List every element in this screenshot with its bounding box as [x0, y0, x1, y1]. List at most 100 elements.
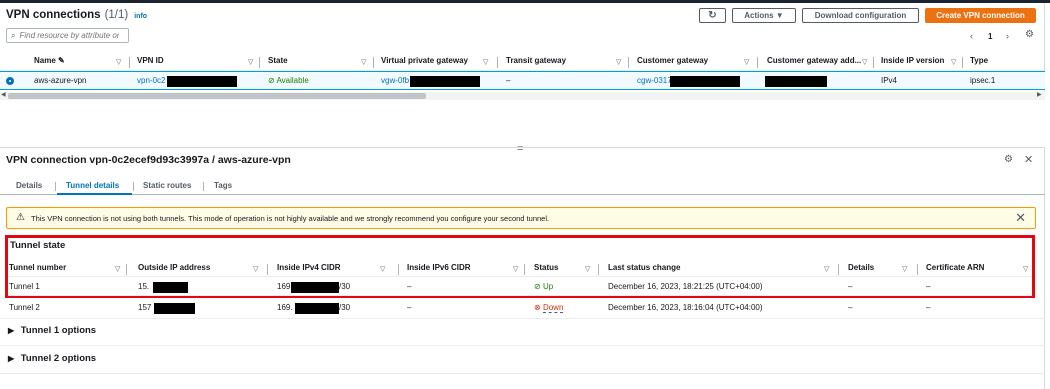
tunnel-2-options-expander[interactable]: ▶ Tunnel 2 options: [8, 353, 1038, 364]
cell-virtual-private-gateway[interactable]: vgw-0fb: [381, 76, 409, 85]
column-divider: [398, 264, 399, 275]
column-header-inside-ip-version[interactable]: Inside IP version: [881, 56, 944, 65]
cell-status[interactable]: ⊗ Down: [534, 303, 564, 313]
cell-customer-gateway[interactable]: cgw-0317: [637, 76, 672, 85]
panel-header: VPN connections (1/1) info: [6, 9, 147, 21]
download-configuration-button[interactable]: Download configuration: [802, 8, 919, 23]
cell-name: aws-azure-vpn: [34, 76, 87, 85]
sort-caret-icon[interactable]: ▽: [513, 265, 518, 273]
cell-vpn-id[interactable]: vpn-0c2: [137, 76, 165, 85]
column-header-outside-ip[interactable]: Outside IP address: [138, 263, 210, 272]
settings-gear-icon[interactable]: ⚙: [1025, 29, 1034, 40]
table-header: Name ✎ ▽ VPN ID ▽ State ▽ Virtual privat…: [0, 53, 1045, 71]
sort-caret-icon[interactable]: ▽: [483, 58, 488, 66]
refresh-button[interactable]: ↻: [699, 8, 726, 23]
detail-title: VPN connection vpn-0c2ecef9d93c3997a / a…: [6, 154, 291, 166]
column-header-name[interactable]: Name ✎: [34, 56, 65, 65]
warning-triangle-icon: ⚠: [16, 212, 25, 223]
column-header-type[interactable]: Type: [970, 56, 988, 65]
column-header-vpn-id[interactable]: VPN ID: [137, 56, 164, 65]
tunnel-table-header: Tunnel number ▽ Outside IP address ▽ Ins…: [8, 260, 1032, 277]
sort-caret-icon[interactable]: ▽: [248, 58, 253, 66]
redaction-block: [153, 282, 188, 293]
cell-inside-ipv4-prefix: 169.: [277, 303, 293, 312]
cell-inside-ipv6: –: [407, 303, 412, 312]
column-header-certificate-arn[interactable]: Certificate ARN: [926, 263, 984, 272]
tab-tunnel-details[interactable]: Tunnel details: [66, 181, 119, 190]
check-circle-icon: ⊘: [534, 282, 541, 291]
redaction-block: [154, 303, 195, 314]
sort-caret-icon[interactable]: ▽: [585, 265, 590, 273]
redaction-block: [670, 76, 740, 87]
previous-page-icon[interactable]: ‹: [970, 31, 973, 41]
sort-caret-icon[interactable]: ▽: [115, 265, 120, 273]
redaction-block: [295, 303, 339, 314]
close-icon[interactable]: ✕: [1024, 153, 1033, 166]
table-row[interactable]: Tunnel 2 157 169. /30 – ⊗ Down December …: [8, 299, 1032, 317]
actions-button[interactable]: Actions ▼: [732, 8, 796, 23]
column-header-transit-gateway[interactable]: Transit gateway: [506, 56, 566, 65]
sort-caret-icon[interactable]: ▽: [824, 265, 829, 273]
table-row[interactable]: Tunnel 1 15. 169 /30 – ⊘ Up December 16,…: [8, 278, 1032, 296]
create-vpn-connection-button[interactable]: Create VPN connection: [925, 8, 1036, 23]
cell-inside-ip-version: IPv4: [881, 76, 898, 85]
horizontal-scrollbar[interactable]: ◀ ▶: [0, 92, 1045, 100]
column-divider: [129, 57, 130, 68]
settings-gear-icon[interactable]: ⚙: [1004, 154, 1013, 165]
table-row[interactable]: aws-azure-vpn vpn-0c2 ⊘ Available vgw-0f…: [0, 71, 1045, 90]
search-input[interactable]: [19, 31, 120, 40]
sort-caret-icon[interactable]: ▽: [361, 58, 366, 66]
column-header-customer-gateway[interactable]: Customer gateway: [637, 56, 708, 65]
sort-caret-icon[interactable]: ▽: [744, 58, 749, 66]
tab-divider: [133, 182, 134, 191]
column-divider: [838, 264, 839, 275]
sort-caret-icon[interactable]: ▽: [253, 265, 258, 273]
tunnel-1-options-expander[interactable]: ▶ Tunnel 1 options: [8, 325, 1038, 336]
redaction-block: [765, 76, 827, 87]
cell-certificate-arn: –: [926, 303, 931, 312]
sort-caret-icon[interactable]: ▽: [902, 265, 907, 273]
cell-outside-ip: 157: [138, 303, 152, 312]
info-link[interactable]: info: [134, 13, 147, 20]
cell-last-status-change: December 16, 2023, 18:21:25 (UTC+04:00): [608, 282, 763, 291]
close-icon[interactable]: ✕: [1015, 210, 1026, 226]
redaction-block: [291, 282, 339, 293]
x-circle-icon: ⊗: [534, 303, 541, 312]
column-header-tunnel-number[interactable]: Tunnel number: [9, 263, 66, 272]
cell-status: ⊘ Up: [534, 282, 554, 291]
cell-state: ⊘ Available: [268, 76, 309, 85]
tab-divider: [55, 182, 56, 191]
column-header-details[interactable]: Details: [848, 263, 874, 272]
column-header-status[interactable]: Status: [534, 263, 558, 272]
caret-right-icon: ▶: [8, 326, 15, 335]
tab-details[interactable]: Details: [16, 181, 42, 190]
row-select-radio[interactable]: [6, 77, 14, 85]
sort-caret-icon[interactable]: ▽: [616, 58, 621, 66]
cell-tunnel-number: Tunnel 2: [9, 303, 40, 312]
next-page-icon[interactable]: ›: [1006, 31, 1009, 41]
redaction-block: [167, 76, 237, 87]
tab-static-routes[interactable]: Static routes: [143, 181, 191, 190]
column-divider: [126, 264, 127, 275]
cell-certificate-arn: –: [926, 282, 931, 291]
sort-caret-icon[interactable]: ▽: [1023, 265, 1028, 273]
tab-tags[interactable]: Tags: [214, 181, 232, 190]
column-header-state[interactable]: State: [268, 56, 288, 65]
sort-caret-icon[interactable]: ▽: [116, 58, 121, 66]
column-header-inside-ipv6-cidr[interactable]: Inside IPv6 CIDR: [407, 263, 471, 272]
search-box[interactable]: ⌕: [6, 28, 129, 43]
scrollbar-thumb[interactable]: [8, 93, 426, 99]
sort-caret-icon[interactable]: ▽: [862, 58, 867, 66]
column-divider: [962, 57, 963, 68]
column-header-customer-gateway-address[interactable]: Customer gateway add...: [767, 56, 861, 65]
scroll-left-icon[interactable]: ◀: [1, 91, 6, 98]
column-header-last-status-change[interactable]: Last status change: [608, 263, 680, 272]
sort-caret-icon[interactable]: ▽: [951, 58, 956, 66]
sort-caret-icon[interactable]: ▽: [380, 265, 385, 273]
page-number[interactable]: 1: [988, 32, 992, 41]
scroll-right-icon[interactable]: ▶: [1037, 91, 1042, 98]
column-header-inside-ipv4-cidr[interactable]: Inside IPv4 CIDR: [277, 263, 341, 272]
warning-text: This VPN connection is not using both tu…: [31, 214, 550, 223]
column-header-virtual-private-gateway[interactable]: Virtual private gateway: [381, 56, 468, 65]
vpn-detail-panel: VPN connection vpn-0c2ecef9d93c3997a / a…: [0, 147, 1045, 389]
